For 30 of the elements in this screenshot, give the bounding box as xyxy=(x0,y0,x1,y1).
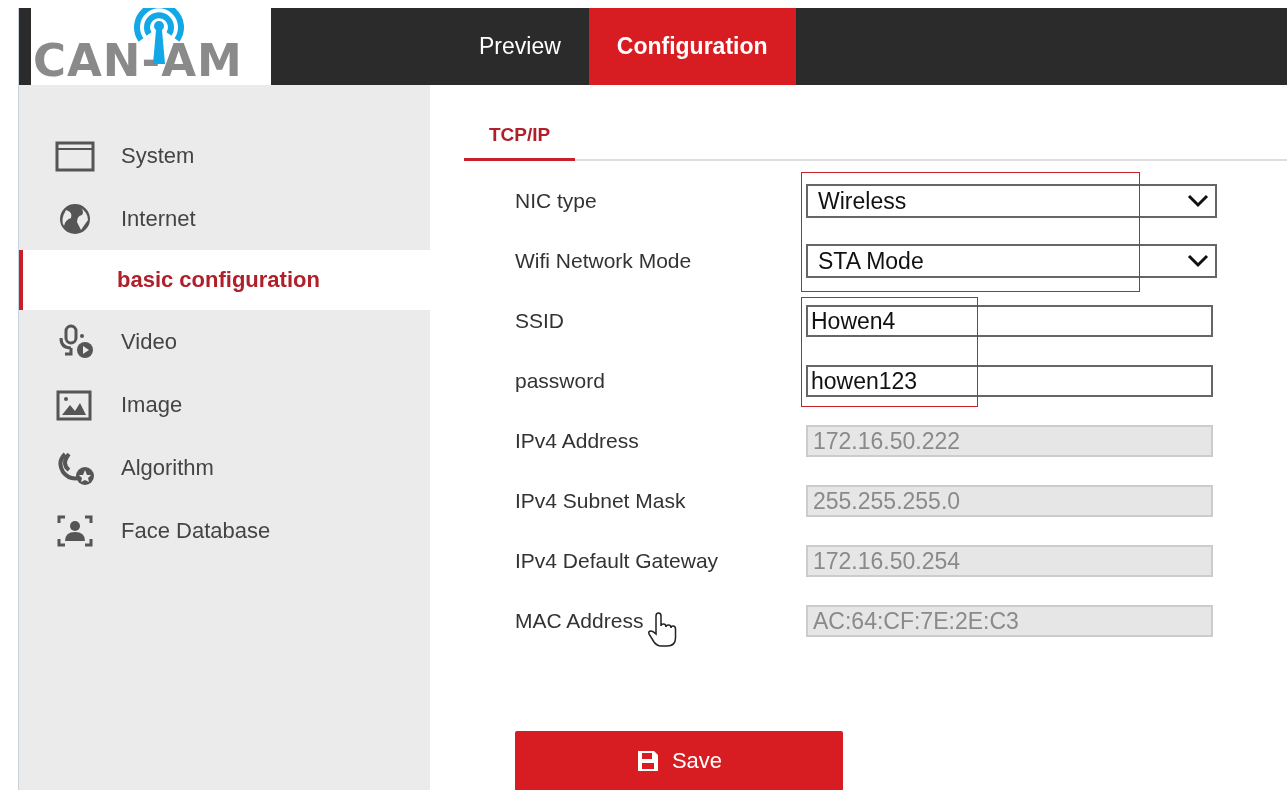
chevron-down-icon xyxy=(1187,194,1209,208)
section-tab[interactable]: TCP/IP xyxy=(464,120,576,161)
save-button[interactable]: Save xyxy=(515,731,843,790)
field-label: Wifi Network Mode xyxy=(515,249,692,273)
save-icon xyxy=(635,749,660,773)
sidebar-item[interactable]: Face Database xyxy=(121,517,271,544)
sidebar-subitem[interactable]: basic configuration xyxy=(19,250,430,310)
logo-text: CAN-AM xyxy=(33,38,243,83)
sidebar-item[interactable]: Internet xyxy=(121,205,196,232)
window-icon xyxy=(55,139,95,172)
field-label: MAC Address xyxy=(515,609,644,633)
image-icon xyxy=(55,388,95,421)
input-field[interactable]: howen123 xyxy=(806,365,1213,397)
sidebar-item[interactable]: System xyxy=(121,142,195,169)
nav-tab[interactable]: Configuration xyxy=(588,8,796,85)
chevron-down-icon xyxy=(1187,254,1209,268)
field-label: NIC type xyxy=(515,189,597,213)
dropdown[interactable]: STA Mode xyxy=(806,244,1217,278)
nav-tab[interactable]: Preview xyxy=(451,8,589,85)
hand-cursor-icon xyxy=(647,612,678,648)
sidebar-item[interactable]: Algorithm xyxy=(121,454,214,481)
sidebar-item[interactable]: Video xyxy=(121,328,177,355)
dropdown[interactable]: Wireless xyxy=(806,184,1217,218)
field-label: SSID xyxy=(515,309,564,333)
field-label: IPv4 Subnet Mask xyxy=(515,489,686,513)
field-label: IPv4 Default Gateway xyxy=(515,549,719,573)
sidebar-item[interactable]: Image xyxy=(121,391,183,418)
field-label: IPv4 Address xyxy=(515,429,639,453)
input-field[interactable]: Howen4 xyxy=(806,305,1213,337)
field-label: password xyxy=(515,369,605,393)
